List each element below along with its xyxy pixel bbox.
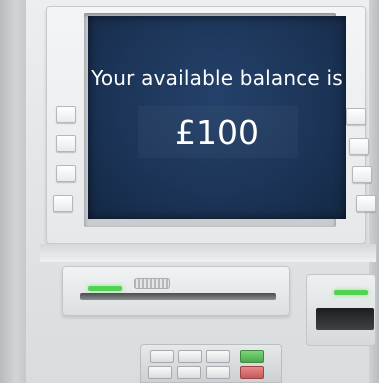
- right-function-key-2[interactable]: [349, 138, 369, 155]
- keypad-key[interactable]: [206, 366, 230, 379]
- pin-keypad: [140, 344, 282, 383]
- atm-screen: Your available balance is £100: [88, 16, 346, 219]
- card-slot[interactable]: [80, 293, 276, 300]
- right-function-key-1[interactable]: [346, 108, 366, 125]
- card-reader: [62, 266, 290, 316]
- atm-left-panel: [0, 0, 26, 383]
- card-reader-light: [88, 286, 122, 291]
- right-function-key-4[interactable]: [356, 195, 376, 212]
- receipt-light: [334, 290, 368, 295]
- left-function-key-3[interactable]: [56, 165, 76, 182]
- right-function-key-3[interactable]: [352, 166, 372, 183]
- balance-message: Your available balance is: [91, 66, 343, 90]
- keypad-key[interactable]: [178, 350, 202, 363]
- left-function-key-1[interactable]: [56, 106, 76, 123]
- atm-machine: Your available balance is £100: [0, 0, 379, 383]
- left-function-key-4[interactable]: [53, 195, 73, 212]
- balance-amount: £100: [175, 113, 259, 152]
- screen-ledge: [40, 244, 376, 262]
- keypad-key[interactable]: [177, 366, 201, 379]
- keypad-key[interactable]: [148, 366, 172, 379]
- cancel-key[interactable]: [240, 366, 264, 379]
- left-function-key-2[interactable]: [56, 135, 76, 152]
- card-reader-grip-icon: [134, 278, 170, 289]
- enter-key[interactable]: [240, 350, 264, 363]
- keypad-key[interactable]: [206, 350, 230, 363]
- receipt-slot[interactable]: [316, 308, 374, 330]
- keypad-key[interactable]: [150, 350, 174, 363]
- receipt-printer: [306, 274, 376, 346]
